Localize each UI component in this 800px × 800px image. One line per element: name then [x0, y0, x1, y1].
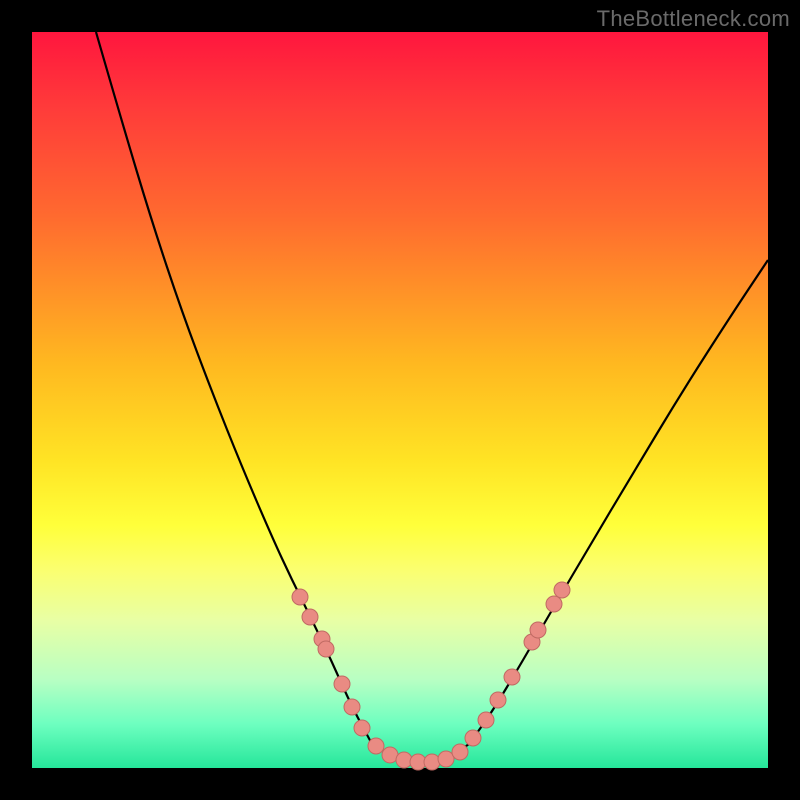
marker-dot — [465, 730, 481, 746]
marker-dot — [530, 622, 546, 638]
marker-dot — [354, 720, 370, 736]
marker-dot — [546, 596, 562, 612]
marker-dot — [490, 692, 506, 708]
plot-area — [32, 32, 768, 768]
marker-dot — [318, 641, 334, 657]
outer-frame: TheBottleneck.com — [0, 0, 800, 800]
marker-dot — [368, 738, 384, 754]
marker-dot — [554, 582, 570, 598]
watermark-text: TheBottleneck.com — [597, 6, 790, 32]
marker-dot — [334, 676, 350, 692]
marker-dot — [504, 669, 520, 685]
marker-dots — [292, 582, 570, 770]
marker-dot — [302, 609, 318, 625]
marker-dot — [344, 699, 360, 715]
marker-dot — [396, 752, 412, 768]
marker-dot — [452, 744, 468, 760]
marker-dot — [478, 712, 494, 728]
chart-svg — [32, 32, 768, 768]
marker-dot — [438, 751, 454, 767]
marker-dot — [292, 589, 308, 605]
bottleneck-curve — [96, 32, 768, 762]
marker-dot — [424, 754, 440, 770]
